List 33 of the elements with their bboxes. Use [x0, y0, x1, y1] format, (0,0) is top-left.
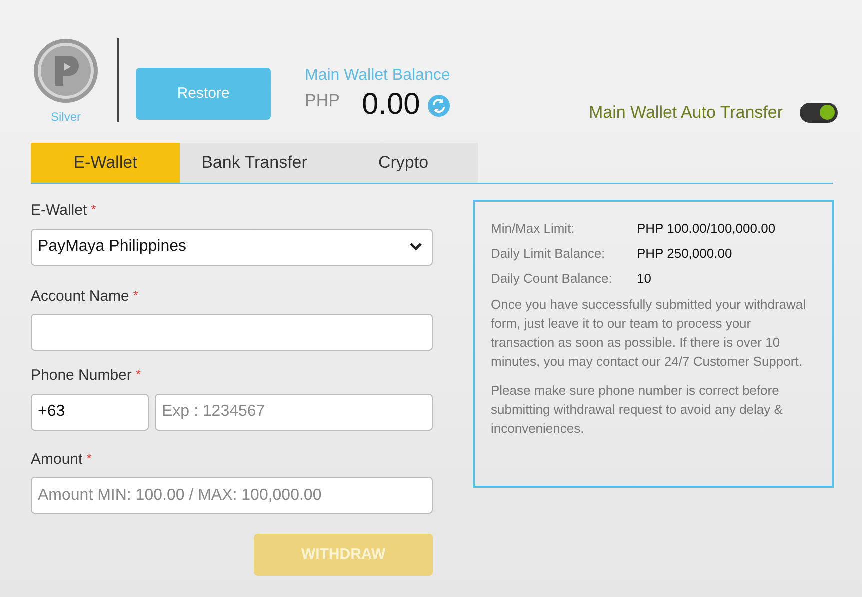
amount-field[interactable]: Amount MIN: 100.00 / MAX: 100,000.00	[31, 477, 433, 514]
required-mark: *	[136, 366, 141, 384]
required-mark: *	[91, 201, 96, 219]
account-name-field[interactable]	[31, 314, 433, 351]
limit-value: PHP 250,000.00	[637, 244, 732, 263]
auto-transfer-label: Main Wallet Auto Transfer	[588, 102, 783, 124]
ewallet-select[interactable]: PayMaya Philippines	[31, 228, 433, 266]
tab[interactable]: E-Wallet	[31, 143, 180, 183]
limit-label: Min/Max Limit:	[491, 220, 576, 238]
phone-number-field[interactable]: Exp : 1234567	[155, 394, 433, 430]
auto-transfer-toggle[interactable]	[800, 102, 838, 123]
limit-value: 10	[637, 270, 652, 288]
balance-title: Main Wallet Balance	[305, 66, 450, 86]
field-label: Amount	[31, 450, 83, 470]
info-note: Once you have successfully submitted your withdrawal form, just leave it to our team to process your transaction as soon as possible. If there is over 10 minutes, you may contact our 24/7 Customer Support.	[491, 296, 808, 371]
balance-amount: 0.00	[362, 88, 420, 122]
phone-prefix-field[interactable]: +63	[31, 394, 149, 430]
tab[interactable]: Bank Transfer	[180, 143, 329, 183]
coin-logo-icon	[33, 38, 99, 104]
field-label: E-Wallet	[31, 201, 88, 221]
chevron-down-icon	[410, 243, 422, 251]
tier-label: Silver	[50, 109, 81, 126]
field-label: Phone Number	[31, 366, 132, 386]
info-note: Please make sure phone number is correct before submitting withdrawal request to avoid any delay & inconveniences.	[491, 382, 784, 438]
tab[interactable]: Crypto	[329, 143, 478, 183]
field-label: Account Name	[31, 286, 130, 306]
required-mark: *	[133, 286, 138, 304]
limit-label: Daily Count Balance:	[491, 270, 614, 288]
required-mark: *	[86, 450, 92, 468]
limit-label: Daily Limit Balance:	[491, 244, 606, 263]
limit-value: PHP 100.00/100,000.00	[637, 220, 776, 238]
refresh-icon[interactable]	[428, 95, 450, 117]
currency-label: PHP	[305, 90, 340, 112]
